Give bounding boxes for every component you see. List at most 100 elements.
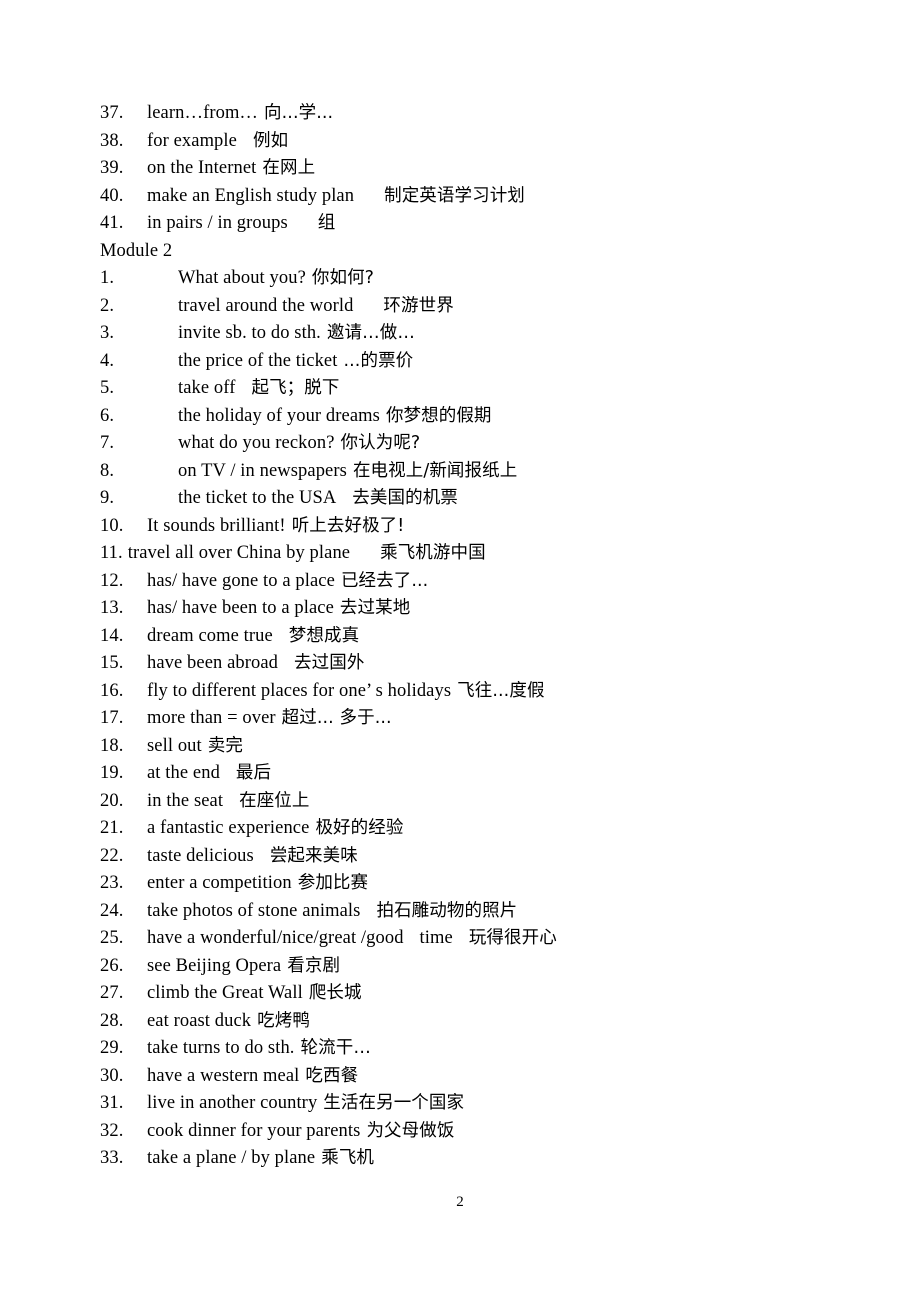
list-item-text: have a western meal 吃西餐 xyxy=(147,1063,358,1091)
phrase-chinese: 已经去了... xyxy=(340,570,429,591)
phrase-chinese: 参加比赛 xyxy=(297,873,369,893)
list-item-number: 30. xyxy=(100,1065,124,1086)
phrase-english: has/ have gone to a place xyxy=(147,570,335,591)
list-item: 3. invite sb. to do sth. 邀请…做… xyxy=(100,320,860,348)
list-item-text: the ticket to the USA 去美国的机票 xyxy=(178,485,458,513)
list-item-text: climb the Great Wall 爬长城 xyxy=(147,980,362,1008)
phrase-english: invite sb. to do sth. xyxy=(178,323,321,343)
list-item-number: 1. xyxy=(100,268,115,288)
list-item-text: It sounds brilliant! 听上去好极了! xyxy=(147,513,404,541)
phrase-chinese: 尝起来美味 xyxy=(269,845,358,866)
list-item: 32. cook dinner for your parents 为父母做饭 xyxy=(100,1118,860,1146)
list-item-text: learn…from… 向...学... xyxy=(147,100,333,128)
list-item-number: 8. xyxy=(100,460,115,481)
list-item: 26. see Beijing Opera 看京剧 xyxy=(100,953,860,981)
list-item-text: on the Internet 在网上 xyxy=(147,155,315,183)
list-item-text: on TV / in newspapers 在电视上/新闻报纸上 xyxy=(178,458,517,486)
list-item-number: 6. xyxy=(100,405,115,426)
list-item-number: 33. xyxy=(100,1148,124,1168)
phrase-chinese: 超过... 多于... xyxy=(281,708,392,728)
phrase-english: cook dinner for your parents xyxy=(147,1120,361,1141)
phrase-english: have been abroad xyxy=(147,653,279,673)
phrase-english-continued: time xyxy=(419,928,453,948)
list-item: 23. enter a competition 参加比赛 xyxy=(100,870,860,898)
phrase-chinese: 你认为呢? xyxy=(340,433,421,453)
list-item-text: live in another country 生活在另一个国家 xyxy=(147,1090,464,1118)
phrase-english: the holiday of your dreams xyxy=(178,405,380,426)
list-item-number: 10. xyxy=(100,515,124,536)
list-item-text: in pairs / in groups 组 xyxy=(147,210,335,238)
phrase-english: what do you reckon? xyxy=(178,433,335,453)
list-item-number: 21. xyxy=(100,818,124,838)
list-item-text: take a plane / by plane 乘飞机 xyxy=(147,1145,374,1173)
list-item-text: make an English study plan 制定英语学习计划 xyxy=(147,183,525,211)
phrase-english: in pairs / in groups xyxy=(147,213,288,233)
list-item-number: 39. xyxy=(100,158,124,178)
list-item: 14. dream come true 梦想成真 xyxy=(100,623,860,651)
list-item: 21. a fantastic experience 极好的经验 xyxy=(100,815,860,843)
phrase-english: on the Internet xyxy=(147,158,257,178)
list-item-number: 4. xyxy=(100,350,115,371)
phrase-english: a fantastic experience xyxy=(147,818,310,838)
phrase-chinese: 去美国的机票 xyxy=(352,488,458,508)
phrase-chinese: 吃西餐 xyxy=(305,1065,359,1086)
list-item-text: enter a competition 参加比赛 xyxy=(147,870,368,898)
list-item-number: 23. xyxy=(100,873,124,893)
list-item-text: see Beijing Opera 看京剧 xyxy=(147,953,340,981)
list-item-text: for example 例如 xyxy=(147,128,288,156)
list-item: 30. have a western meal 吃西餐 xyxy=(100,1063,860,1091)
phrase-chinese: 去过某地 xyxy=(339,598,411,618)
list-item: 10. It sounds brilliant! 听上去好极了! xyxy=(100,513,860,541)
phrase-english: on TV / in newspapers xyxy=(178,460,347,481)
phrase-list-body: 37. learn…from… 向...学... 38. for example 例如 39… xyxy=(100,100,860,1173)
phrase-english: take a plane / by plane xyxy=(147,1148,316,1168)
list-item-number: 28. xyxy=(100,1010,124,1031)
list-item-number: 12. xyxy=(100,570,124,591)
list-item: 31. live in another country 生活在另一个国家 xyxy=(100,1090,860,1118)
list-item-number: 29. xyxy=(100,1038,124,1058)
phrase-chinese: 卖完 xyxy=(207,735,243,756)
phrase-english: travel around the world xyxy=(178,295,354,316)
phrase-chinese: 最后 xyxy=(235,763,272,783)
phrase-english: take turns to do sth. xyxy=(147,1038,295,1058)
phrase-chinese: 乘飞机游中国 xyxy=(380,543,486,563)
list-item-number: 7. xyxy=(100,433,115,453)
list-item-number: 31. xyxy=(100,1093,124,1113)
list-item-text: what do you reckon? 你认为呢? xyxy=(178,430,420,458)
list-item: 22. taste delicious 尝起来美味 xyxy=(100,843,860,871)
phrase-chinese: 例如 xyxy=(252,130,289,151)
list-item-text: take turns to do sth. 轮流干… xyxy=(147,1035,371,1063)
list-item: 12. has/ have gone to a place 已经去了... xyxy=(100,568,860,596)
list-item: 1. What about you? 你如何? xyxy=(100,265,860,293)
phrase-english: at the end xyxy=(147,763,220,783)
phrase-english: taste delicious xyxy=(147,845,254,866)
list-item-text: at the end 最后 xyxy=(147,760,271,788)
list-item-number: 16. xyxy=(100,680,124,701)
phrase-english: sell out xyxy=(147,735,202,756)
phrase-chinese: 爬长城 xyxy=(308,983,362,1003)
phrase-chinese: 拍石雕动物的照片 xyxy=(376,900,518,921)
list-item-text: in the seat 在座位上 xyxy=(147,788,310,816)
phrase-english: climb the Great Wall xyxy=(147,983,303,1003)
list-item-text: have a wonderful/nice/great /good time 玩得很… xyxy=(147,925,557,953)
list-item-text: travel all over China by plane 乘飞机游中国 xyxy=(128,540,486,568)
list-item: 27. climb the Great Wall 爬长城 xyxy=(100,980,860,1008)
list-item-number: 15. xyxy=(100,653,124,673)
phrase-chinese: 组 xyxy=(317,213,336,233)
phrase-english: make an English study plan xyxy=(147,185,355,206)
phrase-english: for example xyxy=(147,130,237,151)
list-item-number: 20. xyxy=(100,790,124,811)
phrase-chinese: 梦想成真 xyxy=(288,625,360,646)
phrase-english: eat roast duck xyxy=(147,1010,252,1031)
phrase-chinese: 飞往...度假 xyxy=(457,680,545,701)
list-item: 17. more than = over 超过... 多于... xyxy=(100,705,860,733)
phrase-english: have a western meal xyxy=(147,1065,300,1086)
list-item: 4. the price of the ticket ...的票价 xyxy=(100,348,860,376)
phrase-chinese: 你如何? xyxy=(311,268,375,288)
phrase-chinese: 环游世界 xyxy=(383,295,454,316)
list-item: 24. take photos of stone animals 拍石雕动物的照片 xyxy=(100,898,860,926)
list-item-number: 25. xyxy=(100,928,124,948)
phrase-chinese: 为父母做饭 xyxy=(366,1120,455,1141)
phrase-english: live in another country xyxy=(147,1093,318,1113)
phrase-chinese: 制定英语学习计划 xyxy=(384,185,525,206)
